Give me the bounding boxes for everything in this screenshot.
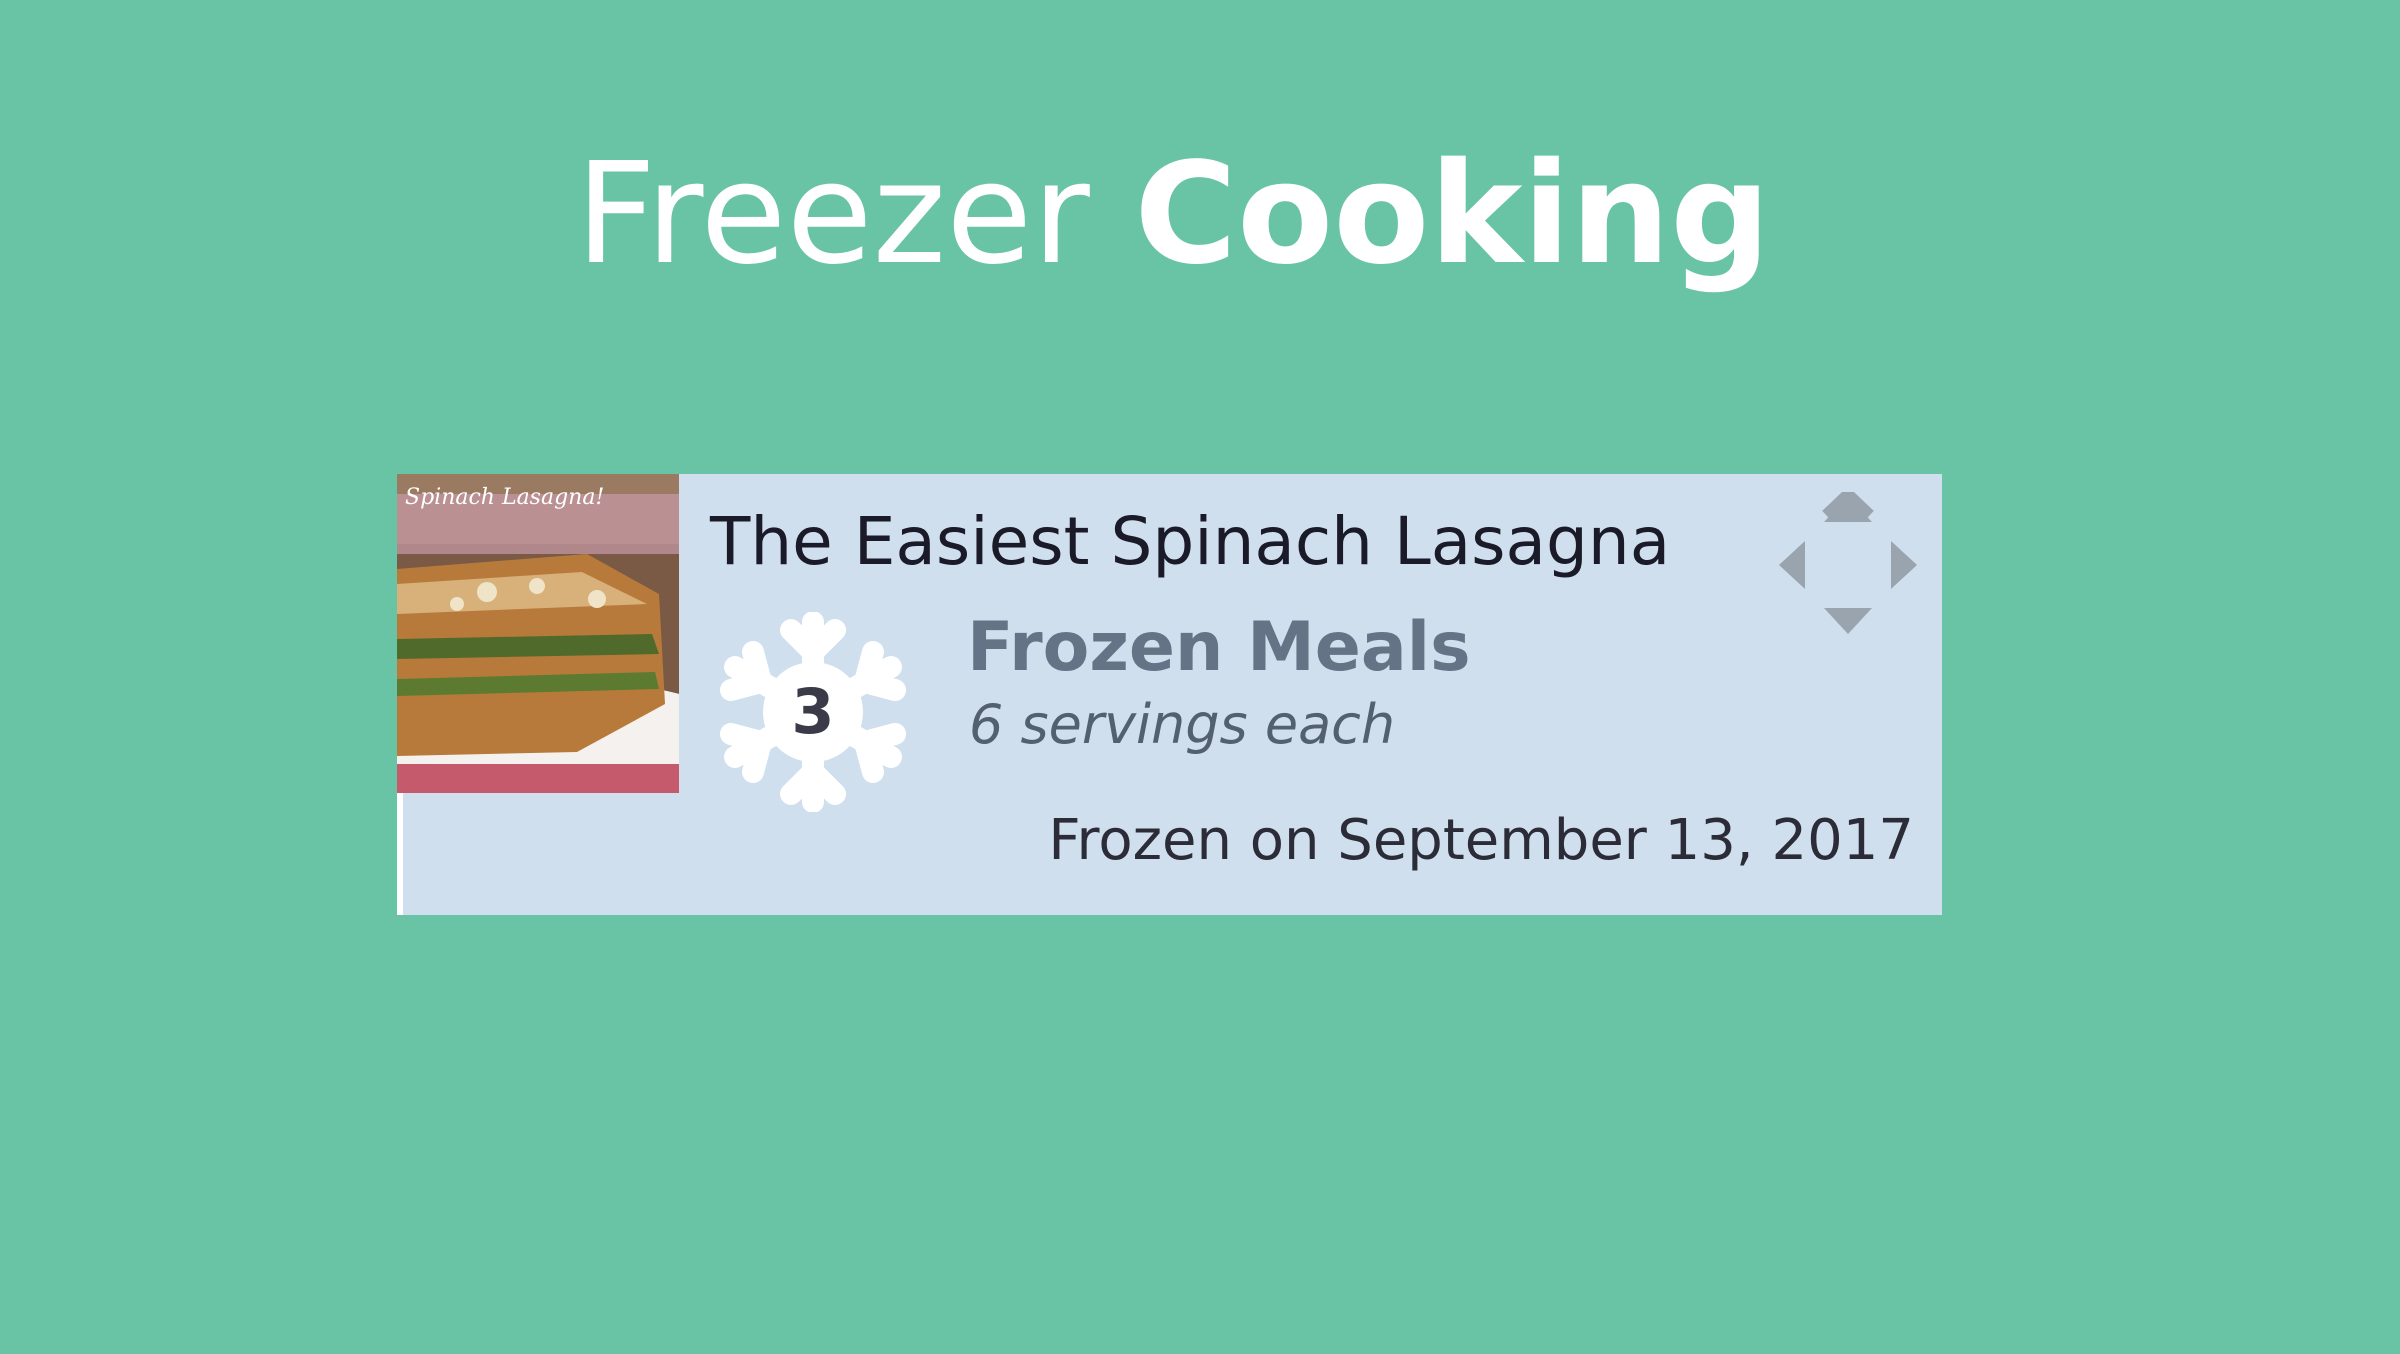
meal-category: Frozen Meals bbox=[967, 608, 1471, 687]
frozen-meal-card[interactable]: Spinach Lasagna! The Easiest Spinach Las… bbox=[397, 474, 1942, 915]
frozen-date: Frozen on September 13, 2017 bbox=[1048, 808, 1914, 873]
page-title-light: Freezer bbox=[575, 133, 1090, 296]
recipe-thumbnail[interactable]: Spinach Lasagna! bbox=[397, 474, 679, 793]
move-arrows-icon[interactable] bbox=[1775, 486, 1921, 638]
servings-text: 6 servings each bbox=[969, 693, 1396, 756]
recipe-name[interactable]: The Easiest Spinach Lasagna bbox=[710, 502, 1670, 582]
page-title: Freezer Cooking bbox=[0, 130, 2346, 300]
freezer-count: 3 bbox=[791, 675, 835, 748]
page-title-bold: Cooking bbox=[1134, 133, 1771, 296]
svg-text:Spinach Lasagna!: Spinach Lasagna! bbox=[405, 485, 604, 510]
